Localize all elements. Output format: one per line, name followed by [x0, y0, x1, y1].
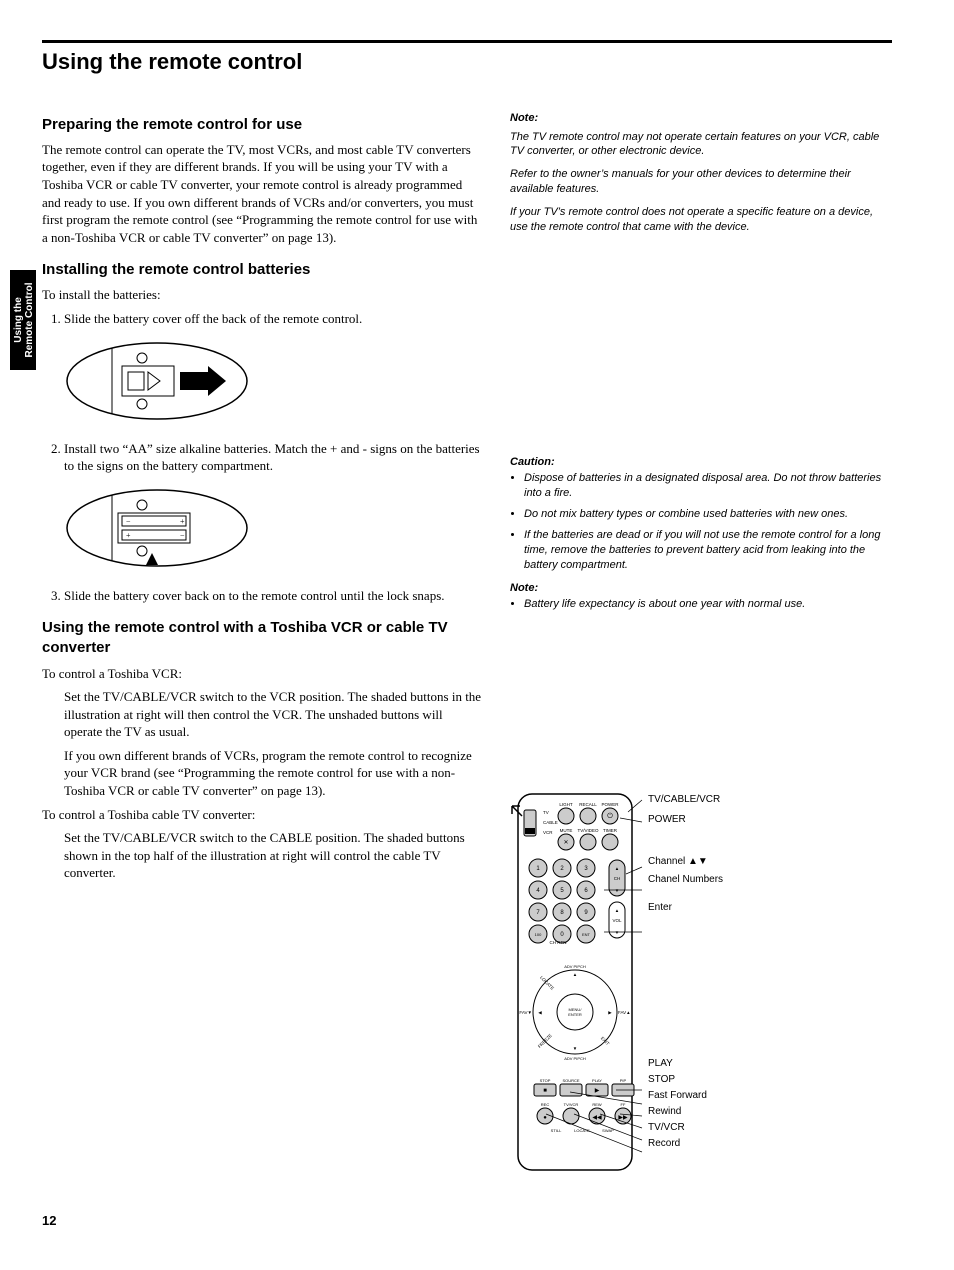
svg-text:CH RTN: CH RTN: [550, 940, 567, 945]
caution-label: Caution:: [510, 455, 892, 470]
svg-text:▶: ▶: [595, 1088, 600, 1094]
para-cable-lead: To control a Toshiba cable TV converter:: [42, 806, 482, 824]
caution-c: If the batteries are dead or if you will…: [524, 528, 892, 573]
heading-toshiba: Using the remote control with a Toshiba …: [42, 618, 482, 659]
remote-callouts: TV/CABLE/VCR POWER Channel ▲▼ Chanel Num…: [648, 792, 723, 1172]
side-tab: Using the Remote Control: [10, 270, 36, 370]
svg-text:CABLE: CABLE: [543, 820, 558, 825]
svg-text:◀◀: ◀◀: [592, 1115, 602, 1121]
svg-text:+: +: [180, 517, 185, 526]
note1-c: If your TV’s remote control does not ope…: [510, 205, 892, 235]
callout-rewind: Rewind: [648, 1106, 723, 1118]
svg-text:✕: ✕: [563, 840, 568, 846]
diagram-battery-cover: [62, 336, 272, 426]
callout-ff: Fast Forward: [648, 1090, 723, 1102]
svg-text:▶▶: ▶▶: [618, 1115, 628, 1121]
heading-prepare: Preparing the remote control for use: [42, 115, 482, 135]
svg-text:▲: ▲: [615, 908, 619, 913]
svg-text:REW: REW: [592, 1102, 602, 1107]
svg-text:▲: ▲: [573, 972, 577, 977]
para-install-lead: To install the batteries:: [42, 286, 482, 304]
svg-text:TV/VCR: TV/VCR: [564, 1102, 579, 1107]
callout-tvvcr: TV/VCR: [648, 1122, 723, 1134]
svg-text:ENT: ENT: [582, 932, 591, 937]
callout-power: POWER: [648, 814, 723, 826]
note1-b: Refer to the owner’s manuals for your ot…: [510, 167, 892, 197]
note2-a: Battery life expectancy is about one yea…: [524, 597, 892, 612]
svg-text:■: ■: [543, 1088, 547, 1094]
callout-tvcablevcr: TV/CABLE/VCR: [648, 794, 723, 806]
svg-text:STILL: STILL: [551, 1128, 562, 1133]
note1-a: The TV remote control may not operate ce…: [510, 130, 892, 160]
page-title: Using the remote control: [42, 47, 892, 77]
heading-install: Installing the remote control batteries: [42, 260, 482, 280]
svg-text:LIGHT: LIGHT: [559, 802, 573, 807]
caution-b: Do not mix battery types or combine used…: [524, 507, 892, 522]
svg-text:●: ●: [543, 1115, 547, 1121]
svg-text:VCR: VCR: [543, 830, 553, 835]
callout-play: PLAY: [648, 1058, 723, 1070]
remote-diagram-wrap: TV CABLE VCR LIGHT RECALL POWER ⏻: [510, 792, 892, 1172]
callout-numbers: Chanel Numbers: [648, 874, 723, 886]
diagram-batteries: − + + −: [62, 483, 272, 573]
para-vcr-2: If you own different brands of VCRs, pro…: [64, 747, 482, 800]
svg-text:SOURCE: SOURCE: [562, 1078, 579, 1083]
svg-text:TV/VIDEO: TV/VIDEO: [577, 828, 599, 833]
main-column: Preparing the remote control for use The…: [42, 101, 482, 1173]
svg-text:◀: ◀: [538, 1010, 542, 1015]
svg-text:ADV PIPCH: ADV PIPCH: [564, 1056, 586, 1061]
svg-text:STOP: STOP: [540, 1078, 551, 1083]
para-vcr-1: Set the TV/CABLE/VCR switch to the VCR p…: [64, 688, 482, 741]
svg-text:TV: TV: [543, 810, 549, 815]
svg-text:▶: ▶: [608, 1010, 612, 1015]
remote-diagram: TV CABLE VCR LIGHT RECALL POWER ⏻: [510, 792, 640, 1172]
svg-text:▼: ▼: [573, 1046, 577, 1051]
svg-text:CH: CH: [614, 876, 621, 881]
svg-text:⏻: ⏻: [607, 812, 613, 820]
side-tab-line1: Using the: [13, 297, 24, 343]
svg-text:FF: FF: [621, 1102, 626, 1107]
step-2: Install two “AA” size alkaline batteries…: [64, 440, 482, 475]
svg-text:REC: REC: [541, 1102, 550, 1107]
para-vcr-lead: To control a Toshiba VCR:: [42, 665, 482, 683]
step-3: Slide the battery cover back on to the r…: [64, 587, 482, 605]
side-column: Note: The TV remote control may not oper…: [510, 101, 892, 1173]
svg-text:FAV▼: FAV▼: [519, 1010, 532, 1015]
svg-text:RECALL: RECALL: [579, 802, 597, 807]
svg-text:▼: ▼: [615, 888, 619, 893]
svg-text:MUTE: MUTE: [560, 828, 573, 833]
para-cable-1: Set the TV/CABLE/VCR switch to the CABLE…: [64, 829, 482, 882]
para-prepare: The remote control can operate the TV, m…: [42, 141, 482, 246]
svg-text:FAV▲: FAV▲: [618, 1010, 631, 1015]
step-1: Slide the battery cover off the back of …: [64, 310, 482, 328]
caution-a: Dispose of batteries in a designated dis…: [524, 471, 892, 501]
svg-text:ENTER: ENTER: [568, 1012, 582, 1017]
callout-enter: Enter: [648, 902, 723, 914]
svg-text:PIP: PIP: [620, 1078, 627, 1083]
page-number: 12: [42, 1212, 892, 1230]
svg-text:POWER: POWER: [601, 802, 619, 807]
callout-channel: Channel ▲▼: [648, 856, 723, 868]
side-tab-line2: Remote Control: [24, 283, 35, 358]
svg-text:▼: ▼: [615, 930, 619, 935]
note2-label: Note:: [510, 581, 892, 596]
svg-text:TIMER: TIMER: [603, 828, 618, 833]
svg-text:−: −: [126, 517, 131, 526]
callout-record: Record: [648, 1138, 723, 1150]
callout-stop: STOP: [648, 1074, 723, 1086]
svg-text:ADV PIPCH: ADV PIPCH: [564, 964, 586, 969]
svg-text:+: +: [126, 531, 131, 540]
svg-text:−: −: [180, 531, 185, 540]
svg-text:100: 100: [535, 932, 542, 937]
note1-label: Note:: [510, 111, 892, 126]
svg-text:PLAY: PLAY: [592, 1078, 602, 1083]
svg-text:VOL: VOL: [612, 918, 622, 923]
rule-top: [42, 40, 892, 43]
svg-text:▲: ▲: [615, 866, 619, 871]
